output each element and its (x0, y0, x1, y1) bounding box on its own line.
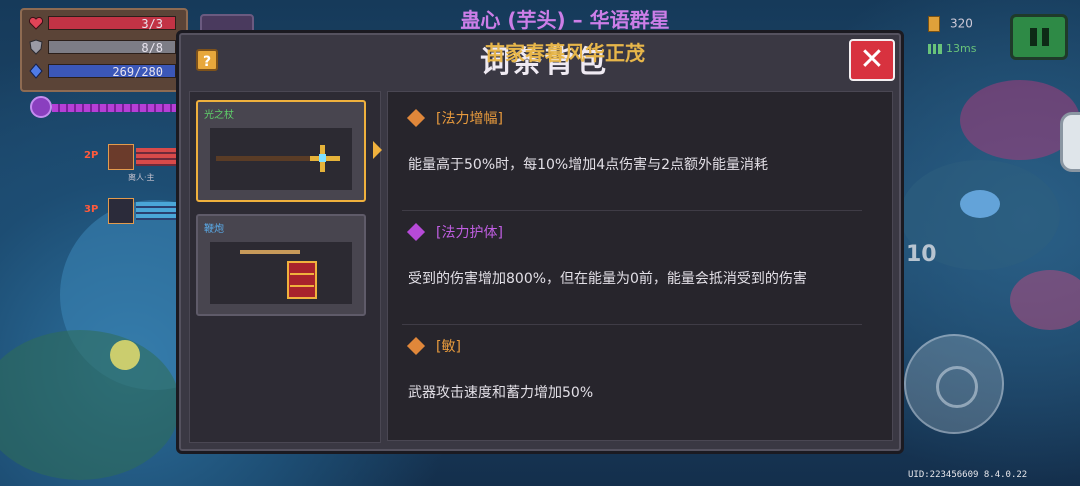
divider (402, 324, 862, 325)
shield-icon (29, 39, 43, 55)
teammate-2p: 2P 离人·主 (84, 144, 180, 182)
teammate-tag: 3P (84, 204, 99, 215)
energy-value: 269/280 (48, 64, 176, 79)
avatar (108, 198, 134, 224)
weapon-list: 光之杖 鞭炮 (189, 91, 381, 443)
coin-counter: 320 (928, 16, 988, 36)
buff-list: [法力增幅] 能量高于50%时，每10%增加4点伤害与2点额外能量消耗 [法力护… (387, 91, 893, 441)
divider (402, 210, 862, 211)
buff-description: 受到的伤害增加800%，但在能量为0前，能量会抵消受到的伤害 (408, 271, 807, 287)
player-stats-panel: 3/3 8/8 269/280 (20, 8, 188, 92)
weapon-name: 鞭炮 (204, 224, 224, 235)
weapon-name: 光之杖 (204, 110, 234, 121)
weapon-art (210, 242, 352, 304)
teammate-bars (136, 148, 180, 166)
buff-title: [法力护体] (436, 225, 503, 241)
help-button[interactable]: ? (196, 49, 218, 71)
teammate-name: 离人·主 (128, 173, 155, 182)
avatar (108, 144, 134, 170)
music-overlay: 蛊心 (芋头) – 华语群星 苗家春暮风华正茂 (380, 4, 750, 66)
energy-stat: 269/280 (26, 62, 180, 80)
purple-gem-icon (406, 222, 426, 242)
health-stat: 3/3 (26, 14, 180, 32)
health-value: 3/3 (48, 16, 176, 31)
song-lyric: 苗家春暮风华正茂 (485, 41, 645, 65)
buff-title: [法力增幅] (436, 111, 503, 127)
weapon-art (210, 128, 352, 190)
close-button[interactable]: ✕ (849, 39, 895, 81)
staff-icon (216, 145, 340, 172)
boss-health-bar (30, 96, 180, 118)
song-title: 蛊心 (芋头) – 华语群星 (460, 8, 670, 32)
buff-description: 武器攻击速度和蓄力增加50% (408, 385, 594, 401)
boss-health-fill (52, 104, 180, 112)
energy-crystal-icon (29, 63, 43, 79)
pause-button[interactable] (1010, 14, 1068, 60)
armor-stat: 8/8 (26, 38, 180, 56)
teammate-3p: 3P (84, 198, 180, 224)
buff-bag-dialog: ? 词条背包 ✕ 光之杖 鞭炮 [法力增幅] 能量高于50%时，每10%增加4点… (176, 30, 904, 454)
weapon-card-firecracker[interactable]: 鞭炮 (196, 214, 366, 316)
orange-gem-icon (406, 108, 426, 128)
buff-title: [敏] (436, 339, 461, 355)
boss-icon (30, 96, 52, 118)
ping-indicator: 13ms (928, 42, 976, 55)
signal-icon (928, 44, 942, 54)
coin-value: 320 (950, 16, 973, 31)
buff-description: 能量高于50%时，每10%增加4点伤害与2点额外能量消耗 (408, 157, 769, 173)
ping-value: 13ms (946, 42, 977, 55)
weapon-card-light-staff[interactable]: 光之杖 (196, 100, 366, 202)
uid-label: UID:223456609 8.4.0.22 (908, 470, 1028, 480)
coin-icon (928, 16, 940, 32)
aim-joystick[interactable] (904, 334, 1004, 434)
firecracker-icon (240, 250, 317, 299)
orange-gem-icon (406, 336, 426, 356)
ammo-counter: 10 (906, 242, 937, 267)
selection-arrow-icon (373, 141, 382, 159)
armor-value: 8/8 (48, 40, 176, 55)
teammate-tag: 2P (84, 150, 99, 161)
side-button[interactable] (1060, 112, 1080, 172)
teammate-bars (136, 202, 180, 220)
heart-icon (28, 16, 44, 30)
